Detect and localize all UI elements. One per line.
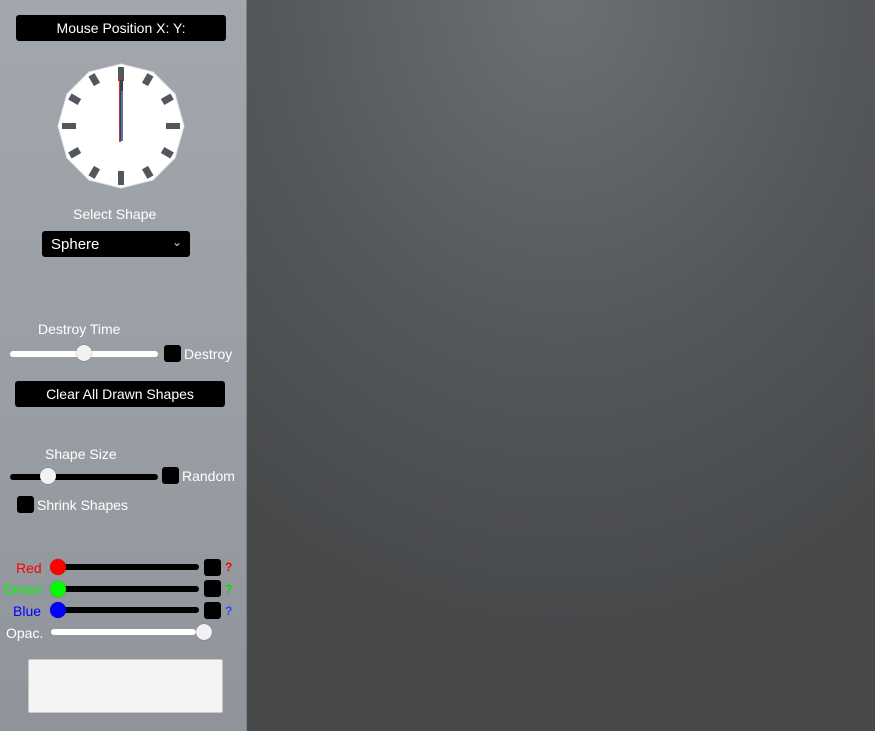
shape-dropdown[interactable]: Sphere ⌄: [42, 231, 190, 257]
shrink-shapes-checkbox[interactable]: [17, 496, 34, 513]
clear-all-shapes-button[interactable]: Clear All Drawn Shapes: [15, 381, 225, 407]
red-help-mark: ?: [225, 560, 233, 574]
blue-random-checkbox[interactable]: [204, 602, 221, 619]
shape-size-slider-handle[interactable]: [40, 468, 57, 484]
green-slider[interactable]: [56, 586, 199, 592]
clear-all-shapes-label: Clear All Drawn Shapes: [46, 386, 194, 402]
mouse-position-display: Mouse Position X: Y:: [16, 15, 226, 41]
shape-size-slider[interactable]: [10, 474, 158, 480]
random-checkbox[interactable]: [162, 467, 179, 484]
opacity-slider-handle[interactable]: [196, 624, 212, 640]
control-panel: Mouse Position X: Y: Select Shape Sphere…: [0, 0, 247, 731]
select-shape-label: Select Shape: [73, 206, 157, 222]
chevron-down-icon: ⌄: [171, 235, 182, 249]
blue-label: Blue: [13, 603, 42, 619]
red-random-checkbox[interactable]: [204, 559, 221, 576]
red-slider-handle[interactable]: [50, 559, 66, 575]
blue-help-mark: ?: [225, 604, 233, 618]
green-random-checkbox[interactable]: [204, 580, 221, 597]
random-checkbox-label: Random: [182, 468, 235, 484]
clock-hour-hand: [121, 91, 123, 141]
drawing-canvas[interactable]: [247, 0, 875, 731]
shrink-shapes-label: Shrink Shapes: [37, 497, 129, 513]
destroy-time-slider-handle[interactable]: [76, 345, 92, 361]
opacity-label: Opac.: [6, 625, 44, 641]
green-slider-handle[interactable]: [50, 581, 66, 597]
blue-slider-handle[interactable]: [50, 602, 66, 618]
mouse-position-label: Mouse Position X: Y:: [56, 20, 186, 36]
shape-size-label: Shape Size: [45, 446, 117, 462]
shape-dropdown-value: Sphere: [51, 236, 100, 253]
clock-tick: [166, 123, 180, 129]
color-preview-box: [28, 659, 223, 713]
clock-tick: [118, 171, 124, 185]
opacity-slider[interactable]: [51, 629, 196, 635]
destroy-time-label: Destroy Time: [38, 321, 121, 337]
destroy-checkbox[interactable]: [164, 345, 181, 362]
red-label: Red: [16, 560, 42, 576]
red-slider[interactable]: [56, 564, 199, 570]
destroy-checkbox-label: Destroy: [184, 346, 233, 362]
green-label: Green: [3, 581, 42, 597]
green-help-mark: ?: [225, 582, 233, 596]
blue-slider[interactable]: [56, 607, 199, 613]
clock-widget: [57, 63, 185, 189]
clock-tick: [62, 123, 76, 129]
